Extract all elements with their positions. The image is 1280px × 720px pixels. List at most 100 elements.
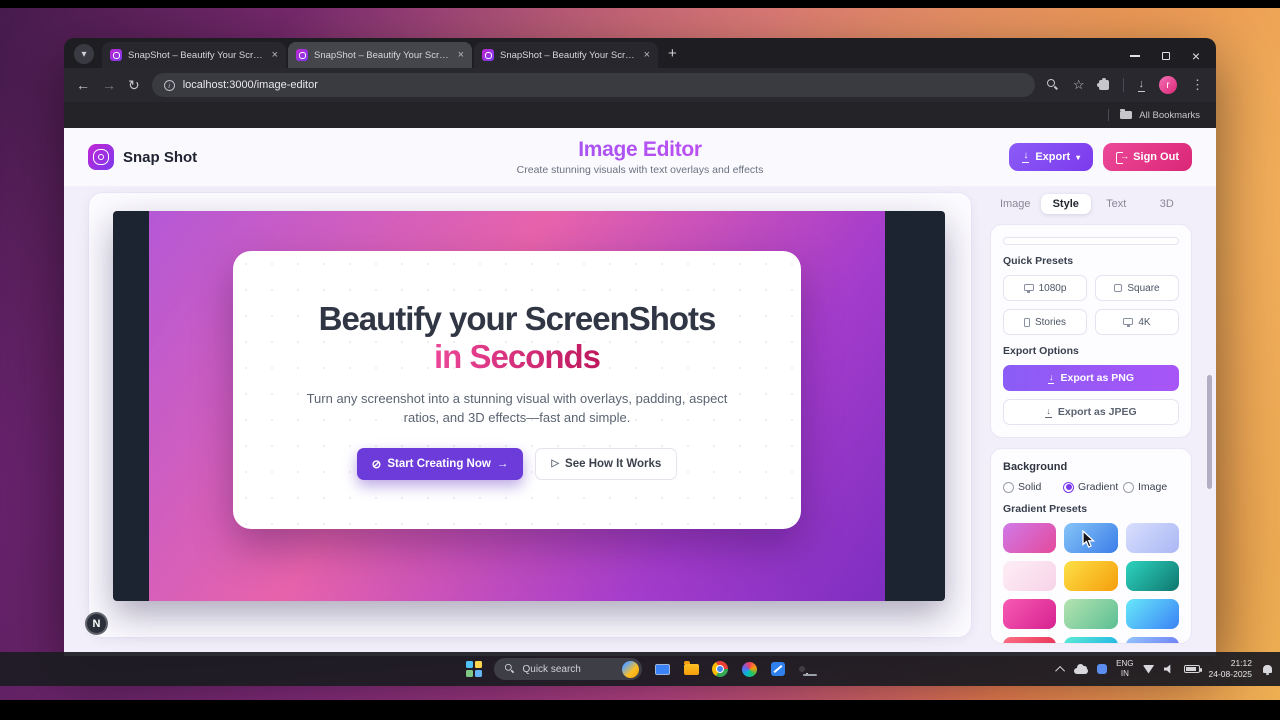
preset-label: Square [1127,283,1159,294]
tab-close-icon[interactable]: × [644,50,650,61]
taskbar-app-file-explorer[interactable] [683,661,700,678]
logout-icon [1116,152,1127,163]
gradient-swatch-6[interactable] [1126,561,1179,591]
page-scrollbar[interactable] [1207,375,1212,489]
export-jpeg-label: Export as JPEG [1058,406,1137,418]
tab-text[interactable]: Text [1091,194,1142,214]
scrolled-control-sliver [1003,237,1179,245]
page-subtitle: Create stunning visuals with text overla… [346,164,934,176]
mouse-cursor [1082,530,1099,549]
taskbar-app-vscode[interactable] [770,661,787,678]
bookmark-star-icon[interactable]: ☆ [1073,77,1085,93]
taskbar-app-chrome[interactable] [712,661,729,678]
preset-stories-button[interactable]: Stories [1003,309,1087,335]
tab-style[interactable]: Style [1041,194,1092,214]
bg-option-image[interactable]: Image [1123,481,1179,493]
all-bookmarks-label[interactable]: All Bookmarks [1139,110,1200,121]
snapshot-logo-icon [88,144,114,170]
see-how-it-works-button[interactable]: ▷ See How It Works [535,448,677,480]
language-indicator[interactable]: ENG IN [1116,659,1133,679]
taskbar-app-pc[interactable] [654,661,671,678]
tab-title: SnapShot – Beautify Your Screenshot [128,50,266,61]
phone-icon [1024,318,1030,327]
gradient-swatch-3[interactable] [1126,523,1179,553]
gradient-swatch-9[interactable] [1126,599,1179,629]
arrow-right-icon: → [497,458,509,470]
volume-icon[interactable] [1164,664,1175,674]
tab-title: SnapShot – Beautify Your Screenshot [314,50,452,61]
preset-1080p-button[interactable]: 1080p [1003,275,1087,301]
quick-presets-label: Quick Presets [1003,255,1179,267]
clock[interactable]: 21:12 24-08-2025 [1209,658,1252,680]
hero-description: Turn any screenshot into a stunning visu… [300,389,734,428]
browser-menu-icon[interactable]: ⋮ [1191,77,1204,93]
monitor-icon [655,664,670,675]
gradient-swatch-5[interactable] [1064,561,1117,591]
screenshot-preview[interactable]: Beautify your ScreenShots in Seconds Tur… [113,211,945,601]
browser-tab-1[interactable]: SnapShot – Beautify Your Screenshot × [102,42,286,68]
system-tray: ENG IN 21:12 24-08-2025 [1058,652,1272,686]
search-label: Quick search [523,664,615,675]
hero-buttons: ⊘ Start Creating Now → ▷ See How It Work… [357,448,678,480]
bg-option-gradient[interactable]: Gradient [1063,481,1119,493]
extensions-icon[interactable] [1099,80,1109,90]
gradient-swatch-11[interactable] [1064,637,1117,644]
tab-3d[interactable]: 3D [1142,194,1193,214]
folder-icon [1120,111,1132,119]
notifications-bell-icon[interactable] [1263,665,1272,673]
tray-app-icon[interactable] [1097,664,1107,674]
widgets-icon[interactable] [466,661,482,677]
hero-card: Beautify your ScreenShots in Seconds Tur… [233,251,801,529]
reload-icon[interactable]: ↻ [128,77,140,94]
tab-search-button[interactable]: ▾ [74,44,94,64]
gradient-swatch-4[interactable] [1003,561,1056,591]
region-code: IN [1116,669,1133,679]
site-info-icon[interactable]: i [164,80,175,91]
window-controls: × [1130,52,1200,60]
minimize-icon[interactable] [1130,55,1140,57]
search-icon[interactable] [1047,79,1059,91]
browser-tab-3[interactable]: SnapShot – Beautify Your Screenshot × [474,42,658,68]
forward-icon[interactable]: → [102,77,116,93]
gradient-swatch-7[interactable] [1003,599,1056,629]
cta-primary-label: Start Creating Now [387,458,491,470]
tray-chevron-up-icon[interactable] [1055,665,1065,675]
background-type-options: Solid Gradient Image [1003,481,1179,493]
gradient-swatch-12[interactable] [1126,637,1179,644]
tab-close-icon[interactable]: × [458,50,464,61]
browser-tab-2-active[interactable]: SnapShot – Beautify Your Screenshot × [288,42,472,68]
tab-image[interactable]: Image [990,194,1041,214]
export-png-button[interactable]: ↓ Export as PNG [1003,365,1179,391]
sign-out-button[interactable]: Sign Out [1103,143,1192,171]
close-window-icon[interactable]: × [1192,52,1200,60]
start-creating-button[interactable]: ⊘ Start Creating Now → [357,448,524,480]
preset-4k-button[interactable]: 4K [1095,309,1179,335]
tab-close-icon[interactable]: × [272,50,278,61]
taskbar-search[interactable]: Quick search [494,658,642,680]
taskbar-app-chrome-active[interactable] [799,666,805,672]
gradient-swatch-1[interactable] [1003,523,1056,553]
address-bar[interactable]: i localhost:3000/image-editor [152,73,1035,97]
signout-label: Sign Out [1133,151,1179,163]
battery-icon[interactable] [1184,665,1200,673]
back-icon[interactable]: ← [76,77,90,93]
onedrive-cloud-icon[interactable] [1074,668,1088,674]
header-center: Image Editor Create stunning visuals wit… [346,138,934,176]
canvas-card: Beautify your ScreenShots in Seconds Tur… [88,192,972,638]
style-panel-card: Quick Presets 1080p Square [990,224,1192,438]
hero-title-line1: Beautify your ScreenShots [319,300,716,338]
preset-square-button[interactable]: Square [1095,275,1179,301]
radio-selected-icon [1063,482,1074,493]
downloads-icon[interactable]: ↓ [1138,79,1146,92]
export-jpeg-button[interactable]: ↓ Export as JPEG [1003,399,1179,425]
gradient-swatch-10[interactable] [1003,637,1056,644]
wifi-icon[interactable] [1143,665,1155,674]
new-tab-button[interactable]: + [668,45,677,62]
bg-option-solid[interactable]: Solid [1003,481,1059,493]
export-button[interactable]: ↓ Export ▾ [1009,143,1093,171]
maximize-icon[interactable] [1162,52,1170,60]
profile-avatar[interactable]: r [1159,76,1177,94]
gradient-swatch-8[interactable] [1064,599,1117,629]
taskbar-app-photos[interactable] [741,661,758,678]
snapshot-favicon [296,49,308,61]
